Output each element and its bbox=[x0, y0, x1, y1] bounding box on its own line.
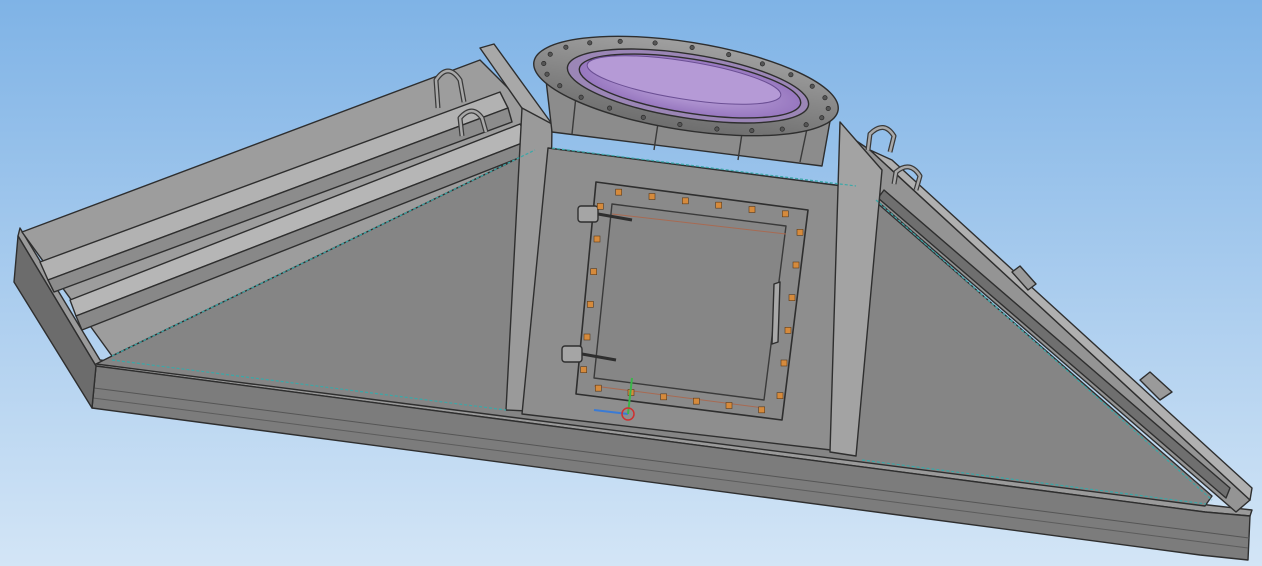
hatch-bolt bbox=[796, 229, 804, 236]
hatch-bolt bbox=[593, 235, 601, 243]
flange-bolt bbox=[788, 72, 794, 78]
hatch-bolt bbox=[595, 384, 602, 392]
model-view[interactable] bbox=[0, 0, 1262, 566]
hatch-bolt bbox=[758, 406, 765, 414]
hatch-bolt bbox=[587, 301, 594, 308]
flange-bolt bbox=[726, 52, 732, 58]
hatch-panel bbox=[593, 203, 787, 401]
flange-bolt bbox=[652, 40, 658, 46]
flange-bolt bbox=[578, 94, 584, 100]
hatch-bolt bbox=[792, 261, 800, 269]
flange-bolt bbox=[803, 122, 809, 128]
flange-bolt bbox=[677, 122, 683, 128]
hatch-bolt bbox=[583, 333, 591, 341]
flange-bolt bbox=[809, 83, 815, 89]
hatch-bolt bbox=[590, 268, 597, 275]
flange-bolt bbox=[759, 61, 765, 67]
flange-bolt bbox=[714, 126, 720, 132]
hatch-bolt bbox=[784, 327, 792, 334]
flange-bolt bbox=[689, 44, 695, 50]
hatch-bolt bbox=[780, 359, 788, 367]
hatch-bolt bbox=[788, 294, 796, 301]
hatch-bolt bbox=[615, 188, 622, 196]
flange-bolt bbox=[822, 95, 828, 101]
hatch-bolt bbox=[693, 397, 700, 405]
flange-bolt bbox=[541, 60, 547, 66]
hatch-bolt bbox=[660, 393, 667, 401]
hatch-bolt bbox=[725, 402, 733, 409]
flange-bolt bbox=[557, 83, 563, 89]
flange-bolt bbox=[779, 126, 785, 132]
flange-bolt bbox=[825, 106, 831, 112]
hatch-bolt bbox=[715, 201, 722, 209]
flange-bolt bbox=[607, 105, 613, 111]
hatch-bolt bbox=[748, 206, 756, 213]
cad-3d-viewport[interactable] bbox=[0, 0, 1262, 566]
flange-bolt bbox=[547, 51, 553, 57]
hatch-bolt bbox=[782, 210, 789, 218]
flange-bolt bbox=[819, 115, 825, 121]
hatch-bolt bbox=[580, 366, 587, 373]
flange-bolt bbox=[617, 38, 623, 44]
flange-bolt bbox=[544, 71, 550, 77]
flange-bolt bbox=[587, 40, 593, 46]
flange-bolt bbox=[640, 114, 646, 120]
flange-bolt bbox=[749, 128, 755, 134]
hatch-bolt bbox=[776, 392, 784, 399]
hatch-handle[interactable] bbox=[771, 281, 781, 345]
hatch-bolt bbox=[682, 197, 689, 205]
flange-bolt bbox=[563, 44, 569, 50]
hatch-bolt bbox=[648, 193, 656, 200]
hatch-bolt bbox=[597, 203, 604, 210]
